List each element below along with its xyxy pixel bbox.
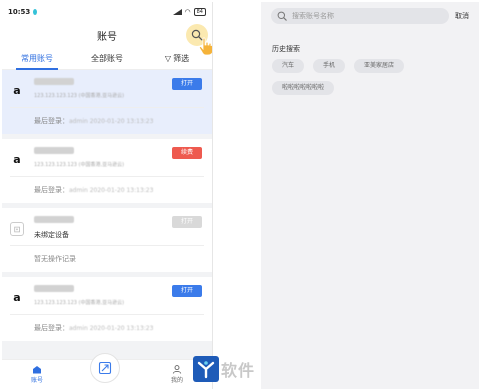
search-row: 取消 [271,8,473,24]
page-title: 账号 [97,31,117,43]
card-divider [10,314,204,315]
last-login-value: admin 2020-01-20 13:13:23 [69,118,154,125]
nav-accounts[interactable]: 账号 [2,365,72,384]
account-address: 123.123.123.123 (中国香港,亚马逊云) [34,300,125,306]
no-operation-record: 暂无操作记录 [34,255,76,263]
account-card[interactable]: a 123.123.123.123 (中国香港,亚马逊云) 续费 最后登录：ad… [2,139,212,203]
amazon-logo-icon: a [13,291,21,304]
tab-filter[interactable]: ▽ 筛选 [142,48,212,70]
tab-filter-label: 筛选 [173,53,190,63]
last-login-value: admin 2020-01-20 13:13:23 [69,325,154,332]
last-login: 最后登录：admin 2020-01-20 13:13:23 [34,323,153,333]
renew-button[interactable]: 续费 [172,147,202,159]
device-placeholder-icon: ⊡ [10,222,24,236]
page-header: 账号 [2,22,212,56]
search-icon [277,11,287,21]
account-name-blurred [34,78,74,85]
wifi-icon: ◠ [184,8,191,16]
open-button[interactable]: 打开 [172,285,202,297]
card-divider [10,245,204,246]
card-divider [10,176,204,177]
tab-frequent-accounts[interactable]: 常用账号 [2,48,72,70]
account-card[interactable]: a 123.123.123.123 (中国香港,亚马逊云) 打开 最后登录：ad… [2,277,212,341]
history-list: 汽车 手机 亚美家居店 啦啦啦啦啦啦啦 [272,59,472,95]
search-box[interactable] [271,8,449,24]
watermark: 软件 [193,356,255,382]
last-login: 最后登录：admin 2020-01-20 13:13:23 [34,185,153,195]
account-address: 123.123.123.123 (中国香港,亚马逊云) [34,162,125,168]
amazon-logo-icon: a [13,84,21,97]
center-action-button[interactable] [90,353,120,383]
watermark-logo-icon [193,356,219,382]
signal-icon [172,9,182,15]
open-button-disabled: 打开 [172,216,202,228]
device-status: 未绑定设备 [34,231,69,239]
status-bar: 10:53 ◠ 84 [2,2,212,22]
account-card[interactable]: ⊡ 未绑定设备 打开 暂无操作记录 [2,208,212,272]
watermark-text: 软件 [221,361,256,380]
history-chip[interactable]: 汽车 [272,59,305,73]
status-time: 10:53 [8,8,31,16]
search-input[interactable] [292,12,442,20]
account-name-blurred [34,216,74,223]
nav-accounts-label: 账号 [30,377,43,384]
account-tabs: 常用账号 全部账号 ▽ 筛选 [2,48,212,70]
amazon-logo-icon: a [13,153,21,166]
image-launch-icon [98,361,112,375]
last-login-value: admin 2020-01-20 13:13:23 [69,187,154,194]
account-screen: 10:53 ◠ 84 账号 常用账号 全部账号 ▽ 筛选 a 123.123.12… [2,2,213,389]
history-chip[interactable]: 亚美家居店 [354,59,405,73]
account-name-blurred [34,285,74,292]
account-list: a 123.123.123.123 (中国香港,亚马逊云) 打开 最后登录：ad… [2,70,212,341]
card-divider [10,107,204,108]
battery-icon: 84 [193,8,206,16]
filter-icon: ▽ [164,53,172,63]
account-card[interactable]: a 123.123.123.123 (中国香港,亚马逊云) 打开 最后登录：ad… [2,70,212,134]
account-address: 123.123.123.123 (中国香港,亚马逊云) [34,93,125,99]
search-screen: 取消 历史搜索 汽车 手机 亚美家居店 啦啦啦啦啦啦啦 [261,2,479,389]
home-icon [33,366,41,374]
last-login-label: 最后登录： [34,186,69,194]
app-notification-icon [33,9,38,15]
open-button[interactable]: 打开 [172,78,202,90]
cancel-button[interactable]: 取消 [455,11,469,21]
account-name-blurred [34,147,74,154]
user-icon [172,365,182,374]
tab-all-accounts[interactable]: 全部账号 [72,48,142,70]
nav-mine-label: 我的 [170,377,183,384]
last-login: 最后登录：admin 2020-01-20 13:13:23 [34,116,153,126]
history-chip[interactable]: 手机 [313,59,346,73]
last-login-label: 最后登录： [34,117,69,125]
history-title: 历史搜索 [272,45,300,53]
last-login-label: 最后登录： [34,324,69,332]
history-chip[interactable]: 啦啦啦啦啦啦啦 [272,81,335,95]
